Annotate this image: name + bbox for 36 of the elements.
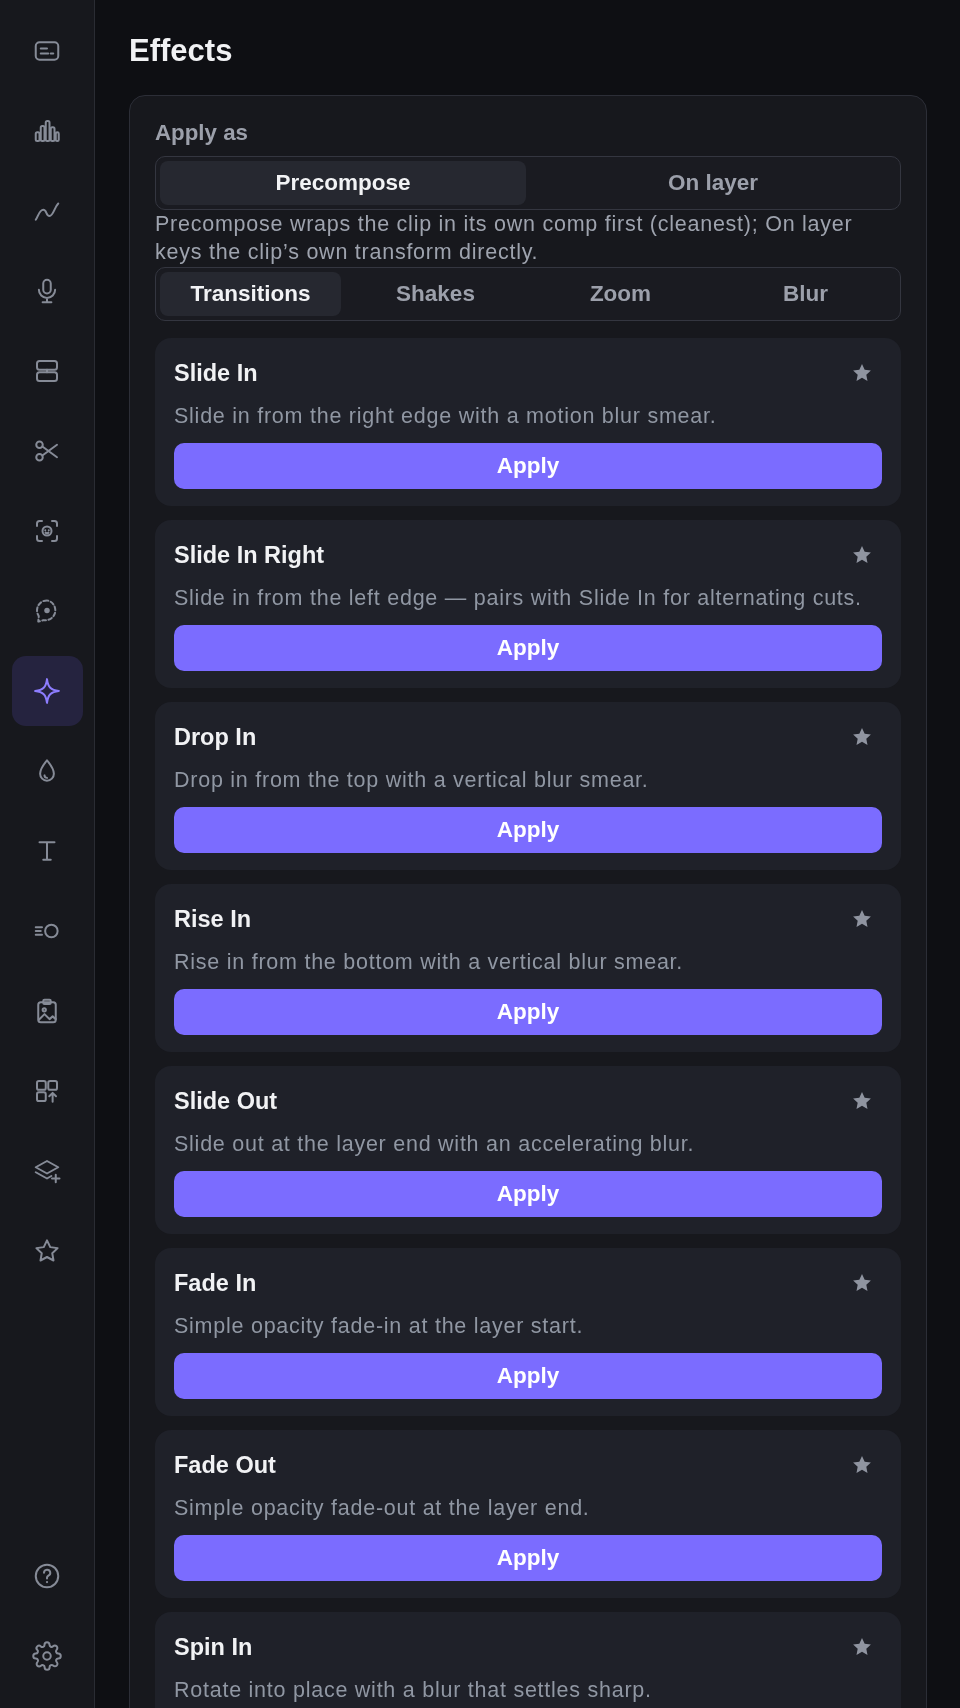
sparkle-icon bbox=[32, 676, 62, 706]
effect-description: Slide in from the left edge — pairs with Slide In for alternating cuts. bbox=[174, 585, 863, 612]
help-icon bbox=[32, 1561, 62, 1591]
category-tab[interactable]: Transitions bbox=[160, 272, 341, 316]
effect-title: Rise In bbox=[174, 905, 252, 933]
effect-description: Rise in from the bottom with a vertical blur smear. bbox=[174, 949, 685, 976]
effect-title: Drop In bbox=[174, 723, 257, 751]
mode-tab[interactable]: Precompose bbox=[160, 161, 526, 205]
hint-text: Precompose wraps the clip in its own comp first (cleanest); On layer keys the clip’s own transform directly. bbox=[155, 211, 854, 266]
effect-title: Slide Out bbox=[174, 1087, 278, 1115]
effect-description: Simple opacity fade-out at the layer end. bbox=[174, 1495, 591, 1522]
effect-description: Drop in from the top with a vertical blur smear. bbox=[174, 767, 650, 794]
effect-description: Slide out at the layer end with an accelerating blur. bbox=[174, 1131, 696, 1158]
apply-button[interactable]: Apply bbox=[174, 1353, 882, 1399]
settings-icon bbox=[32, 1641, 62, 1671]
sidebar-button[interactable] bbox=[11, 656, 83, 726]
effect-description: Simple opacity fade-in at the layer start. bbox=[174, 1313, 585, 1340]
apply-as-label: Apply as bbox=[155, 120, 249, 146]
apply-button[interactable]: Apply bbox=[174, 443, 882, 489]
category-tab[interactable]: Zoom bbox=[530, 272, 711, 316]
effect-title: Slide In Right bbox=[174, 541, 325, 569]
apply-button[interactable]: Apply bbox=[174, 989, 882, 1035]
apply-button[interactable]: Apply bbox=[174, 1171, 882, 1217]
category-tab[interactable]: Shakes bbox=[345, 272, 526, 316]
effect-description: Slide in from the right edge with a motion blur smear. bbox=[174, 403, 718, 430]
effect-title: Fade Out bbox=[174, 1451, 276, 1479]
category-tab[interactable]: Blur bbox=[715, 272, 896, 316]
effect-title: Slide In bbox=[174, 359, 258, 387]
page-title: Effects bbox=[129, 34, 234, 68]
apply-button[interactable]: Apply bbox=[174, 807, 882, 853]
effect-title: Fade In bbox=[174, 1269, 257, 1297]
effect-description: Rotate into place with a blur that settles sharp. bbox=[174, 1677, 653, 1704]
effect-title: Spin In bbox=[174, 1633, 253, 1661]
mode-tab[interactable]: On layer bbox=[530, 161, 896, 205]
apply-button[interactable]: Apply bbox=[174, 1535, 882, 1581]
apply-button[interactable]: Apply bbox=[174, 625, 882, 671]
